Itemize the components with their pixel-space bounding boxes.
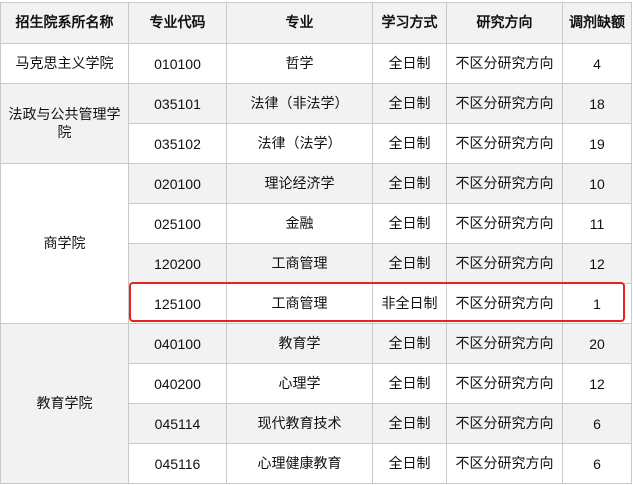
table-row: 教育学院 040100 教育学 全日制 不区分研究方向 20 (0, 323, 632, 484)
direction-cell: 不区分研究方向 (446, 43, 563, 84)
code-cell: 040100 (128, 323, 227, 364)
table-row: 商学院 020100 理论经济学 全日制 不区分研究方向 10 (0, 163, 632, 324)
major-cell: 心理学 (226, 363, 373, 404)
direction-cell: 不区分研究方向 (446, 83, 563, 124)
code-cell: 035101 (128, 83, 227, 124)
header-college: 招生院系所名称 (0, 2, 129, 44)
direction-cell: 不区分研究方向 (446, 243, 563, 284)
code-cell: 045114 (128, 403, 227, 444)
major-cell: 法律（法学） (226, 123, 373, 164)
college-cell: 法政与公共管理学院 (0, 83, 129, 164)
quota-cell: 11 (562, 203, 632, 244)
quota-cell: 19 (562, 123, 632, 164)
major-cell: 心理健康教育 (226, 443, 373, 484)
mode-cell: 全日制 (372, 243, 447, 284)
enrollment-table: 招生院系所名称 专业代码 专业 学习方式 研究方向 调剂缺额 马克思主义学院 0… (0, 2, 632, 484)
major-cell: 金融 (226, 203, 373, 244)
major-cell: 工商管理 (226, 283, 373, 324)
table-row: 法政与公共管理学院 035101 法律（非法学） 全日制 不区分研究方向 18 (0, 83, 632, 164)
mode-cell: 全日制 (372, 323, 447, 364)
header-direction: 研究方向 (446, 2, 563, 44)
header-quota: 调剂缺额 (562, 2, 632, 44)
quota-cell: 12 (562, 243, 632, 284)
college-cell: 教育学院 (0, 323, 129, 484)
mode-cell: 全日制 (372, 123, 447, 164)
quota-cell: 18 (562, 83, 632, 124)
quota-cell: 1 (562, 283, 632, 324)
header-major: 专业 (226, 2, 373, 44)
table-row: 马克思主义学院 010100 哲学 全日制 不区分研究方向 4 (0, 43, 632, 84)
quota-cell: 4 (562, 43, 632, 84)
major-cell: 工商管理 (226, 243, 373, 284)
direction-cell: 不区分研究方向 (446, 163, 563, 204)
header-mode: 学习方式 (372, 2, 447, 44)
code-cell: 010100 (128, 43, 227, 84)
code-cell: 045116 (128, 443, 227, 484)
direction-cell: 不区分研究方向 (446, 403, 563, 444)
mode-cell: 全日制 (372, 443, 447, 484)
major-cell: 哲学 (226, 43, 373, 84)
direction-cell: 不区分研究方向 (446, 123, 563, 164)
major-cell: 教育学 (226, 323, 373, 364)
major-cell: 法律（非法学） (226, 83, 373, 124)
quota-cell: 6 (562, 403, 632, 444)
direction-cell: 不区分研究方向 (446, 203, 563, 244)
direction-cell: 不区分研究方向 (446, 323, 563, 364)
code-cell: 025100 (128, 203, 227, 244)
mode-cell: 全日制 (372, 163, 447, 204)
college-cell: 商学院 (0, 163, 129, 324)
mode-cell: 全日制 (372, 203, 447, 244)
header-row: 招生院系所名称 专业代码 专业 学习方式 研究方向 调剂缺额 (0, 2, 632, 44)
major-cell: 理论经济学 (226, 163, 373, 204)
mode-cell: 全日制 (372, 403, 447, 444)
quota-cell: 6 (562, 443, 632, 484)
header-code: 专业代码 (128, 2, 227, 44)
quota-cell: 20 (562, 323, 632, 364)
code-cell: 020100 (128, 163, 227, 204)
quota-cell: 10 (562, 163, 632, 204)
code-cell: 035102 (128, 123, 227, 164)
mode-cell: 全日制 (372, 363, 447, 404)
code-cell: 120200 (128, 243, 227, 284)
mode-cell: 非全日制 (372, 283, 447, 324)
major-cell: 现代教育技术 (226, 403, 373, 444)
direction-cell: 不区分研究方向 (446, 443, 563, 484)
college-cell: 马克思主义学院 (0, 43, 129, 84)
quota-cell: 12 (562, 363, 632, 404)
code-cell: 125100 (128, 283, 227, 324)
code-cell: 040200 (128, 363, 227, 404)
mode-cell: 全日制 (372, 83, 447, 124)
mode-cell: 全日制 (372, 43, 447, 84)
direction-cell: 不区分研究方向 (446, 363, 563, 404)
direction-cell: 不区分研究方向 (446, 283, 563, 324)
